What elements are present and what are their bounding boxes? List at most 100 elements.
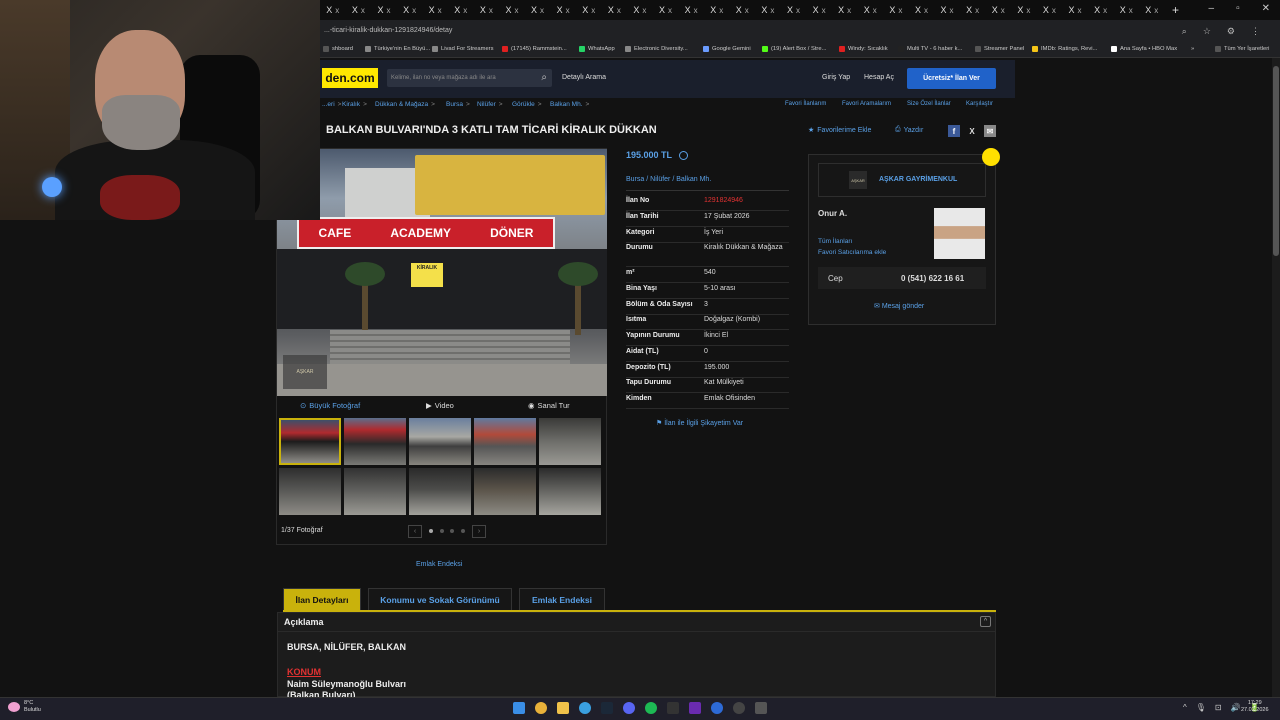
pager-dot[interactable] xyxy=(439,529,444,533)
bookmark-item[interactable]: Ana Sayfa • HBO Max xyxy=(1111,46,1177,52)
tab-close-icon[interactable]: x xyxy=(822,6,826,15)
register-link[interactable]: Hesap Aç xyxy=(864,74,894,81)
browser-tab[interactable]: Xx xyxy=(755,0,781,20)
tab-emlak-endeksi[interactable]: Emlak Endeksi xyxy=(519,588,605,610)
breadcrumb-item[interactable]: Görükle > xyxy=(512,101,542,108)
network-icon[interactable]: ⊡ xyxy=(1215,703,1222,712)
tab-close-icon[interactable]: x xyxy=(1129,6,1133,15)
browser-tab[interactable]: Xx xyxy=(346,0,372,20)
tray-chevron-icon[interactable]: ^ xyxy=(1183,703,1187,712)
bookmark-item[interactable]: Streamer Panel xyxy=(975,46,1024,52)
tab-close-icon[interactable]: x xyxy=(361,6,365,15)
tab-close-icon[interactable]: x xyxy=(617,6,621,15)
browser-tab[interactable]: Xx xyxy=(448,0,474,20)
tab-close-icon[interactable]: x xyxy=(1001,6,1005,15)
phone-number[interactable]: 0 (541) 622 16 61 xyxy=(901,274,964,283)
all-listings-link[interactable]: Tüm İlanları xyxy=(818,238,852,245)
favorite-searches-link[interactable]: Favori Aramalarım xyxy=(842,101,891,107)
email-share-icon[interactable]: ✉ xyxy=(984,125,996,137)
tab-close-icon[interactable]: x xyxy=(1103,6,1107,15)
tab-ilan-detaylari[interactable]: İlan Detayları xyxy=(283,588,361,610)
breadcrumb-item[interactable]: Kiralık > xyxy=(342,101,367,108)
detailed-search-link[interactable]: Detaylı Arama xyxy=(562,74,606,81)
search-input[interactable]: Kelime, ilan no veya mağaza adı ile ara … xyxy=(387,69,552,87)
video-button[interactable]: ▶ Video xyxy=(426,401,454,410)
tab-close-icon[interactable]: x xyxy=(796,6,800,15)
folder-icon[interactable] xyxy=(557,702,569,714)
browser-tab[interactable]: Xx xyxy=(934,0,960,20)
bookmark-item[interactable]: (17145) Rammstein... xyxy=(502,46,567,52)
tab-close-icon[interactable]: x xyxy=(847,6,851,15)
close-window-button[interactable]: ✕ xyxy=(1262,3,1270,14)
pager-dot[interactable] xyxy=(450,529,455,533)
volume-icon[interactable]: 🔊 xyxy=(1231,703,1241,712)
browser-tab[interactable]: Xx xyxy=(1037,0,1063,20)
maximize-button[interactable]: ▫ xyxy=(1236,3,1240,14)
browser-tab[interactable]: Xx xyxy=(653,0,679,20)
login-link[interactable]: Giriş Yap xyxy=(822,74,850,81)
browser-tab[interactable]: Xx xyxy=(1062,0,1088,20)
browser-tab[interactable]: Xx xyxy=(1113,0,1139,20)
tab-close-icon[interactable]: x xyxy=(566,6,570,15)
tab-close-icon[interactable]: x xyxy=(745,6,749,15)
bookmark-item[interactable]: Windy: Sıcaklık xyxy=(839,46,888,52)
bookmark-item[interactable]: Tüm Yer İşaretleri xyxy=(1215,46,1269,52)
price-info-icon[interactable] xyxy=(679,151,688,160)
clock[interactable]: 17:29 27.02.2026 xyxy=(1241,700,1269,714)
prev-arrow-icon[interactable]: ‹ xyxy=(408,524,422,538)
tab-close-icon[interactable]: x xyxy=(463,6,467,15)
browser-tab[interactable]: Xx xyxy=(909,0,935,20)
browser-tab[interactable]: Xx xyxy=(985,0,1011,20)
thumbnail[interactable] xyxy=(409,468,471,515)
browser-tab[interactable]: Xx xyxy=(422,0,448,20)
thumbnail[interactable] xyxy=(344,468,406,515)
tab-close-icon[interactable]: x xyxy=(386,6,390,15)
browser-tab[interactable]: Xx xyxy=(397,0,423,20)
print-button[interactable]: ⎙ Yazdır xyxy=(895,126,923,134)
browser-tab[interactable]: Xx xyxy=(550,0,576,20)
bookmark-item[interactable]: Türkiye'nin En Büyü... xyxy=(365,46,430,52)
favorite-seller-link[interactable]: Favori Satıcılarıma ekle xyxy=(818,249,886,256)
browser-tab[interactable]: Xx xyxy=(576,0,602,20)
browser-tab[interactable]: Xx xyxy=(730,0,756,20)
tab-close-icon[interactable]: x xyxy=(438,6,442,15)
facebook-share-icon[interactable]: f xyxy=(948,125,960,137)
edge-icon[interactable] xyxy=(579,702,591,714)
scrollbar-thumb[interactable] xyxy=(1273,66,1279,256)
spotify-icon[interactable] xyxy=(645,702,657,714)
tab-close-icon[interactable]: x xyxy=(540,6,544,15)
browser-tab[interactable]: Xx xyxy=(704,0,730,20)
steam-icon[interactable] xyxy=(601,702,613,714)
tab-close-icon[interactable]: x xyxy=(514,6,518,15)
browser-tab[interactable]: Xx xyxy=(678,0,704,20)
search-icon[interactable]: ⌕ xyxy=(541,72,547,83)
browser-tab[interactable]: Xx xyxy=(525,0,551,20)
bookmark-item[interactable]: Electronic Diversity... xyxy=(625,46,688,52)
browser-tab[interactable]: Xx xyxy=(857,0,883,20)
thumbnail[interactable] xyxy=(474,468,536,515)
seller-company-name[interactable]: AŞKAR GAYRİMENKUL xyxy=(879,176,957,183)
breadcrumb-item[interactable]: ...eri > xyxy=(322,101,341,108)
browser-tab[interactable]: Xx xyxy=(832,0,858,20)
site-logo[interactable]: den.com xyxy=(322,68,378,88)
pager-dot[interactable] xyxy=(461,529,466,533)
minimize-button[interactable]: – xyxy=(1209,3,1215,14)
tab-close-icon[interactable]: x xyxy=(1052,6,1056,15)
breadcrumb-item[interactable]: Bursa > xyxy=(446,101,470,108)
thumbnail[interactable] xyxy=(409,418,471,465)
bookmark-item[interactable]: IMDb: Ratings, Revi... xyxy=(1032,46,1097,52)
post-ad-button[interactable]: Ücretsiz* İlan Ver xyxy=(907,68,996,89)
tab-close-icon[interactable]: x xyxy=(924,6,928,15)
bookmark-item[interactable]: shboard xyxy=(323,46,353,52)
breadcrumb-item[interactable]: Balkan Mh. > xyxy=(550,101,589,108)
browser-tab[interactable]: Xx xyxy=(499,0,525,20)
tab-konum[interactable]: Konumu ve Sokak Görünümü xyxy=(368,588,512,610)
tab-close-icon[interactable]: x xyxy=(668,6,672,15)
microphone-icon[interactable]: 🎙 xyxy=(1196,703,1206,712)
thumbnail[interactable] xyxy=(539,418,601,465)
pager-dot[interactable] xyxy=(428,529,433,533)
calculator-icon[interactable] xyxy=(755,702,767,714)
tab-close-icon[interactable]: x xyxy=(489,6,493,15)
tab-close-icon[interactable]: x xyxy=(1026,6,1030,15)
browser-tab[interactable]: Xx xyxy=(781,0,807,20)
